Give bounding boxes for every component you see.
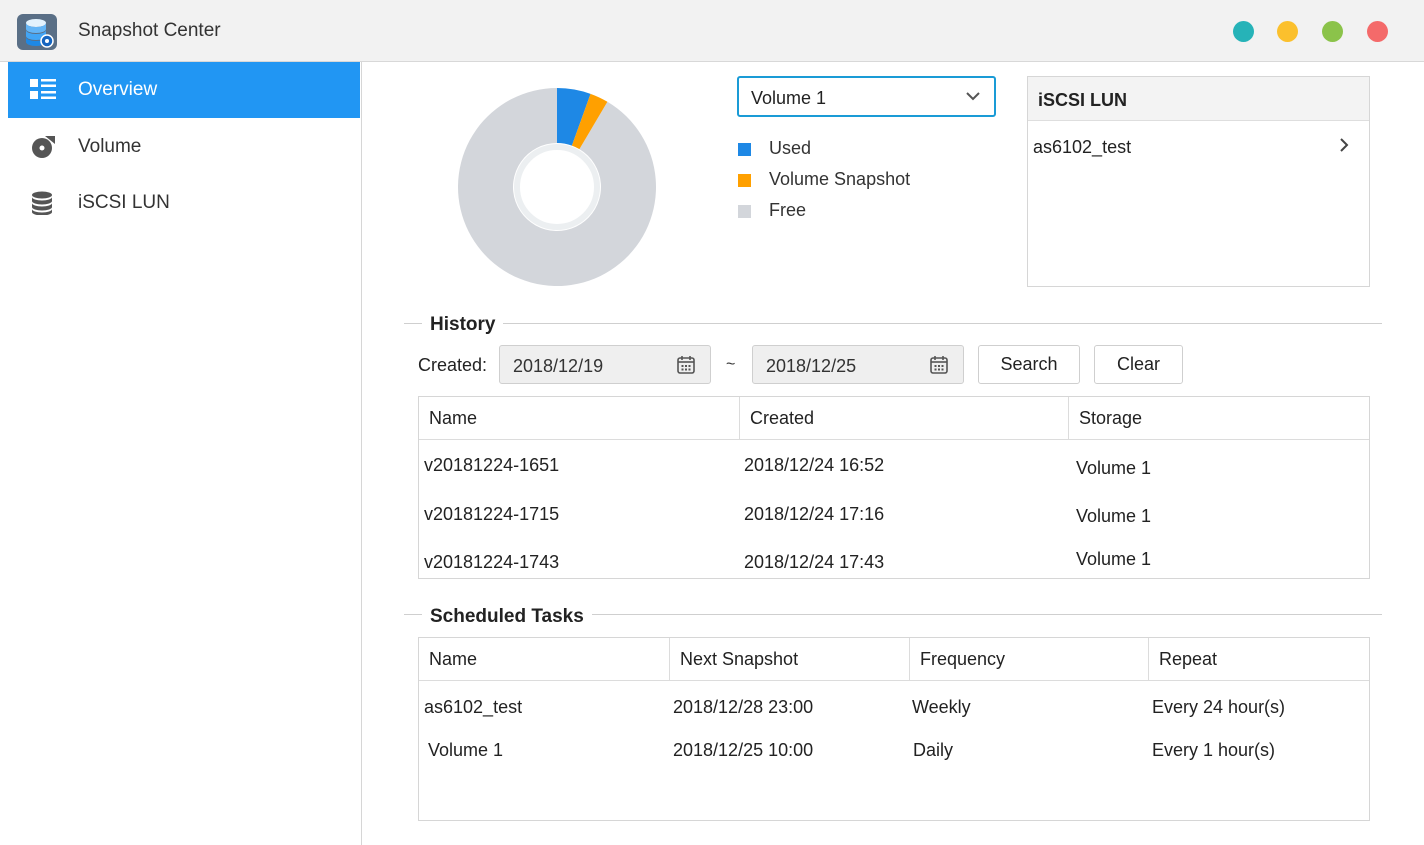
column-header-storage[interactable]: Storage bbox=[1068, 397, 1369, 440]
column-header-repeat[interactable]: Repeat bbox=[1148, 638, 1369, 681]
history-divider bbox=[404, 323, 1382, 324]
column-header-created[interactable]: Created bbox=[739, 397, 1068, 440]
iscsi-lun-item[interactable]: as6102_test bbox=[1028, 121, 1369, 165]
sidebar-item-label: Overview bbox=[78, 79, 158, 100]
created-label: Created: bbox=[418, 355, 488, 375]
sidebar-item-label: iSCSI LUN bbox=[78, 192, 170, 213]
scheduled-table: Name Next Snapshot Frequency Repeat as61… bbox=[418, 637, 1370, 821]
scheduled-cell-repeat: Every 1 hour(s) bbox=[1152, 740, 1276, 760]
chevron-down-icon bbox=[966, 92, 980, 101]
sidebar: Overview Volume iSCSI LUN bbox=[0, 62, 362, 845]
title-bar: Snapshot Center bbox=[0, 0, 1424, 62]
scheduled-cell-repeat: Every 24 hour(s) bbox=[1152, 697, 1286, 717]
column-header-name[interactable]: Name bbox=[419, 397, 739, 440]
history-cell-storage: Volume 1 bbox=[1076, 549, 1152, 569]
history-title: History bbox=[422, 314, 504, 336]
column-header-next-snapshot[interactable]: Next Snapshot bbox=[669, 638, 909, 681]
date-from-value: 2018/12/19 bbox=[513, 356, 604, 376]
date-from-field[interactable]: 2018/12/19 bbox=[499, 345, 711, 384]
scheduled-cell-name[interactable]: as6102_test bbox=[424, 697, 522, 718]
history-cell-name[interactable]: v20181224-1651 bbox=[424, 455, 559, 476]
history-cell-created: 2018/12/24 16:52 bbox=[744, 455, 885, 475]
history-cell-name[interactable]: v20181224-1743 bbox=[424, 552, 559, 573]
green-dot[interactable] bbox=[1322, 21, 1343, 42]
legend-swatch bbox=[738, 174, 751, 187]
date-to-value: 2018/12/25 bbox=[766, 356, 857, 376]
scheduled-cell-frequency: Weekly bbox=[912, 697, 971, 717]
storage-usage-donut bbox=[458, 88, 656, 286]
history-cell-storage: Volume 1 bbox=[1076, 506, 1152, 526]
database-stack-icon bbox=[32, 191, 52, 215]
scheduled-title: Scheduled Tasks bbox=[422, 606, 592, 628]
date-range-separator: ~ bbox=[726, 356, 736, 373]
scheduled-cell-frequency: Daily bbox=[913, 740, 954, 760]
history-cell-name[interactable]: v20181224-1715 bbox=[424, 504, 559, 525]
disk-volume-icon bbox=[32, 136, 55, 158]
history-cell-storage: Volume 1 bbox=[1076, 458, 1152, 478]
sidebar-item-label: Volume bbox=[78, 136, 142, 157]
scheduled-cell-next-snapshot: 2018/12/25 10:00 bbox=[673, 740, 814, 760]
volume-select-value: Volume 1 bbox=[751, 88, 827, 108]
column-header-name[interactable]: Name bbox=[419, 638, 669, 681]
red-dot[interactable] bbox=[1367, 21, 1388, 42]
database-snapshot-icon bbox=[17, 14, 57, 50]
column-header-frequency[interactable]: Frequency bbox=[909, 638, 1148, 681]
yellow-dot[interactable] bbox=[1277, 21, 1298, 42]
sidebar-item-overview[interactable]: Overview bbox=[8, 62, 360, 118]
chevron-right-icon[interactable] bbox=[1339, 137, 1349, 153]
legend-label: Free bbox=[769, 200, 807, 220]
legend-label: Volume Snapshot bbox=[769, 169, 911, 189]
clear-button[interactable]: Clear bbox=[1094, 345, 1183, 384]
iscsi-lun-item-name: as6102_test bbox=[1033, 137, 1132, 157]
legend-label: Used bbox=[769, 138, 812, 158]
list-overview-icon bbox=[30, 79, 56, 99]
teal-dot[interactable] bbox=[1233, 21, 1254, 42]
scheduled-table-header: Name Next Snapshot Frequency Repeat bbox=[419, 638, 1369, 681]
sidebar-item-iscsi-lun[interactable]: iSCSI LUN bbox=[8, 175, 360, 231]
iscsi-lun-panel-header: iSCSI LUN bbox=[1028, 77, 1369, 121]
history-table: Name Created Storage v20181224-1651 2018… bbox=[418, 396, 1370, 579]
scheduled-cell-name[interactable]: Volume 1 bbox=[428, 740, 503, 761]
history-table-header: Name Created Storage bbox=[419, 397, 1369, 440]
sidebar-item-volume[interactable]: Volume bbox=[8, 119, 360, 175]
volume-select[interactable]: Volume 1 bbox=[737, 76, 996, 117]
date-to-field[interactable]: 2018/12/25 bbox=[752, 345, 964, 384]
legend-swatch bbox=[738, 205, 751, 218]
app-title: Snapshot Center bbox=[78, 20, 221, 41]
iscsi-lun-panel-title: iSCSI LUN bbox=[1038, 90, 1128, 110]
iscsi-lun-panel: iSCSI LUN as6102_test bbox=[1027, 76, 1370, 287]
calendar-icon[interactable] bbox=[929, 355, 949, 375]
legend-swatch bbox=[738, 143, 751, 156]
history-cell-created: 2018/12/24 17:43 bbox=[744, 552, 885, 572]
calendar-icon[interactable] bbox=[676, 355, 696, 375]
history-cell-created: 2018/12/24 17:16 bbox=[744, 504, 885, 524]
scheduled-cell-next-snapshot: 2018/12/28 23:00 bbox=[673, 697, 814, 717]
search-button[interactable]: Search bbox=[978, 345, 1080, 384]
